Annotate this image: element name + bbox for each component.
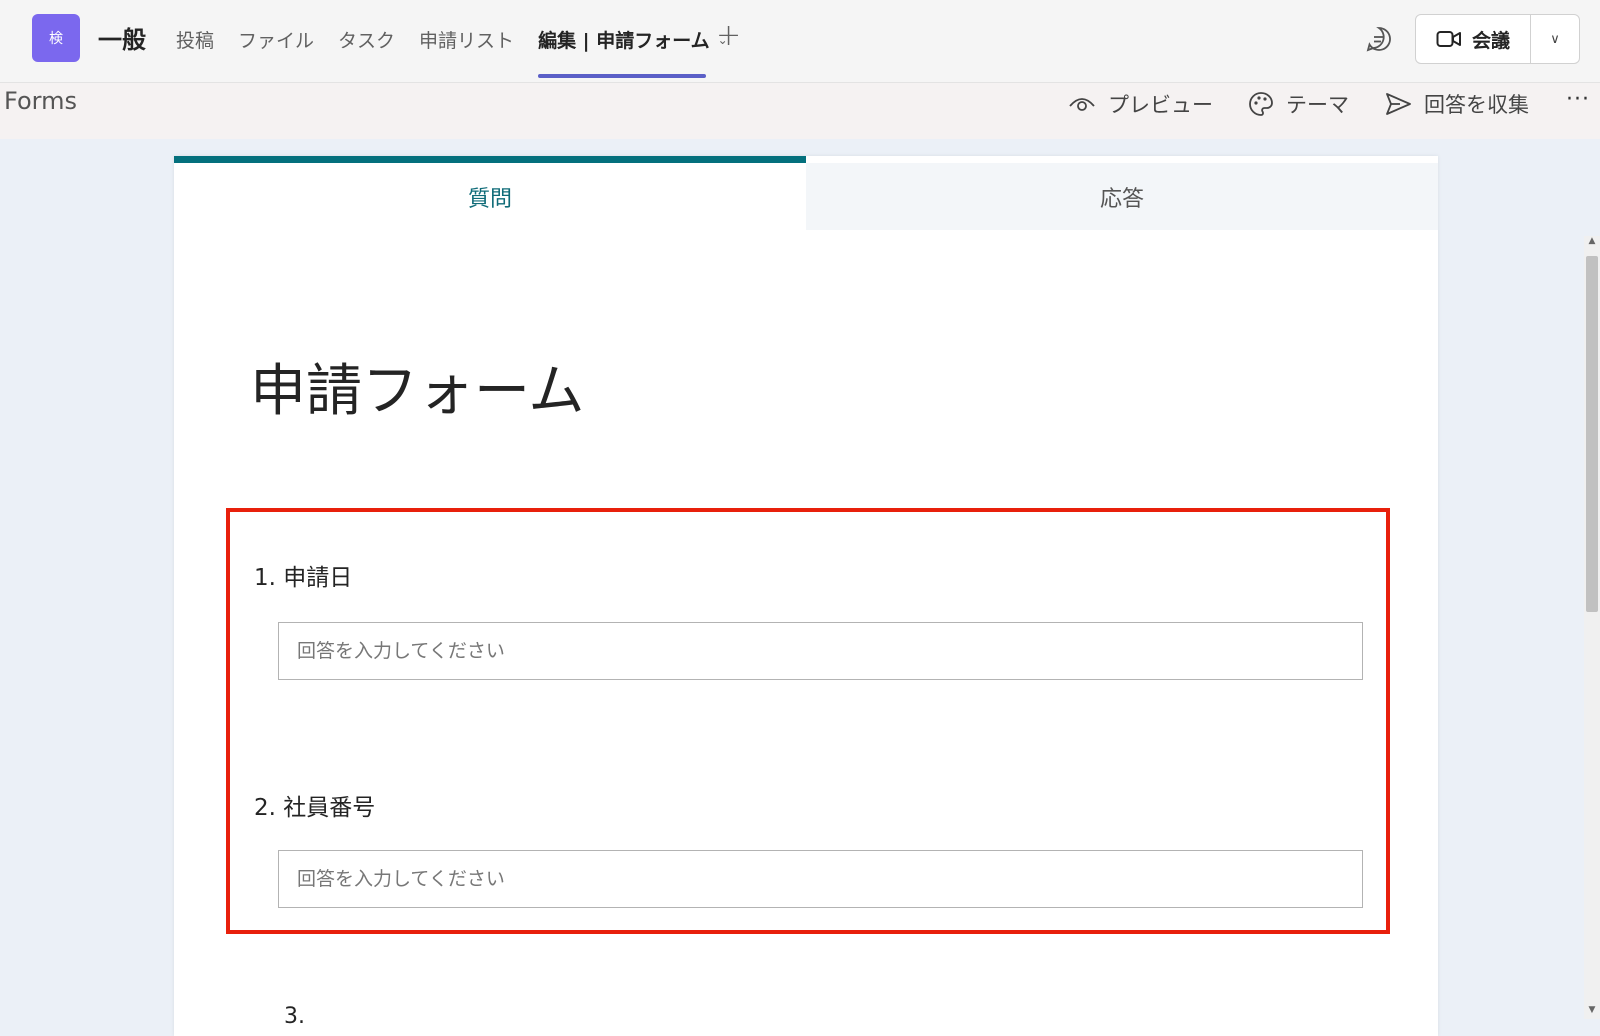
tab-edit-request-form[interactable]: 編集 | 申請フォーム ⌄ (538, 26, 728, 78)
scroll-down-arrow-icon[interactable]: ▼ (1584, 1005, 1600, 1019)
meet-button[interactable]: 会議 (1416, 15, 1531, 63)
scrollbar[interactable]: ▲ ▼ (1584, 236, 1600, 1019)
palette-icon (1249, 92, 1273, 116)
send-icon (1386, 93, 1411, 115)
tab-posts[interactable]: 投稿 (176, 26, 214, 53)
question-1-answer-input[interactable] (278, 622, 1363, 680)
question-3-label: 3. (284, 1004, 305, 1029)
meet-dropdown-button[interactable]: ∨ (1531, 15, 1579, 63)
question-2-label: 2. 社員番号 (254, 795, 376, 821)
team-avatar[interactable]: 検 (32, 14, 80, 62)
tab-tasks[interactable]: タスク (338, 26, 395, 53)
question-1-label: 1. 申請日 (254, 565, 353, 591)
tab-edit-request-form-label: 編集 | 申請フォーム (538, 30, 710, 52)
scroll-up-arrow-icon[interactable]: ▲ (1584, 236, 1600, 250)
preview-button[interactable]: プレビュー (1068, 89, 1213, 119)
theme-label: テーマ (1286, 93, 1349, 117)
chevron-down-icon: ∨ (1550, 31, 1560, 47)
eye-icon (1069, 98, 1095, 111)
tab-questions[interactable]: 質問 (174, 156, 806, 230)
forms-toolbar: Forms プレビュー テーマ 回答を収集 ··· (0, 83, 1600, 139)
form-editor-card: 質問 応答 申請フォーム 1. 申請日 2. 社員番号 3. (174, 156, 1438, 1036)
channel-name: 一般 (98, 26, 146, 54)
channel-tabs: 投稿 ファイル タスク 申請リスト 編集 | 申請フォーム ⌄ (176, 26, 752, 78)
tab-responses[interactable]: 応答 (806, 163, 1438, 230)
tab-request-list[interactable]: 申請リスト (419, 26, 514, 53)
add-tab-button[interactable]: + (716, 18, 741, 53)
preview-label: プレビュー (1108, 93, 1213, 117)
meet-button-label: 会議 (1471, 29, 1510, 52)
forms-app-title: Forms (4, 87, 77, 115)
collect-responses-label: 回答を収集 (1424, 93, 1529, 117)
more-options-icon[interactable]: ··· (1566, 87, 1590, 112)
channel-header: 検 一般 投稿 ファイル タスク 申請リスト 編集 | 申請フォーム ⌄ + 会… (0, 0, 1600, 83)
scrollbar-thumb[interactable] (1586, 256, 1598, 612)
meet-button-group: 会議 ∨ (1415, 14, 1580, 64)
collect-responses-button[interactable]: 回答を収集 (1384, 89, 1529, 119)
form-title[interactable]: 申請フォーム (250, 346, 584, 427)
tab-files[interactable]: ファイル (238, 26, 314, 53)
theme-button[interactable]: テーマ (1248, 89, 1349, 119)
chat-icon[interactable] (1364, 24, 1394, 54)
form-tabs: 質問 応答 (174, 156, 1438, 230)
video-camera-icon (1436, 31, 1461, 47)
question-2-answer-input[interactable] (278, 850, 1363, 908)
